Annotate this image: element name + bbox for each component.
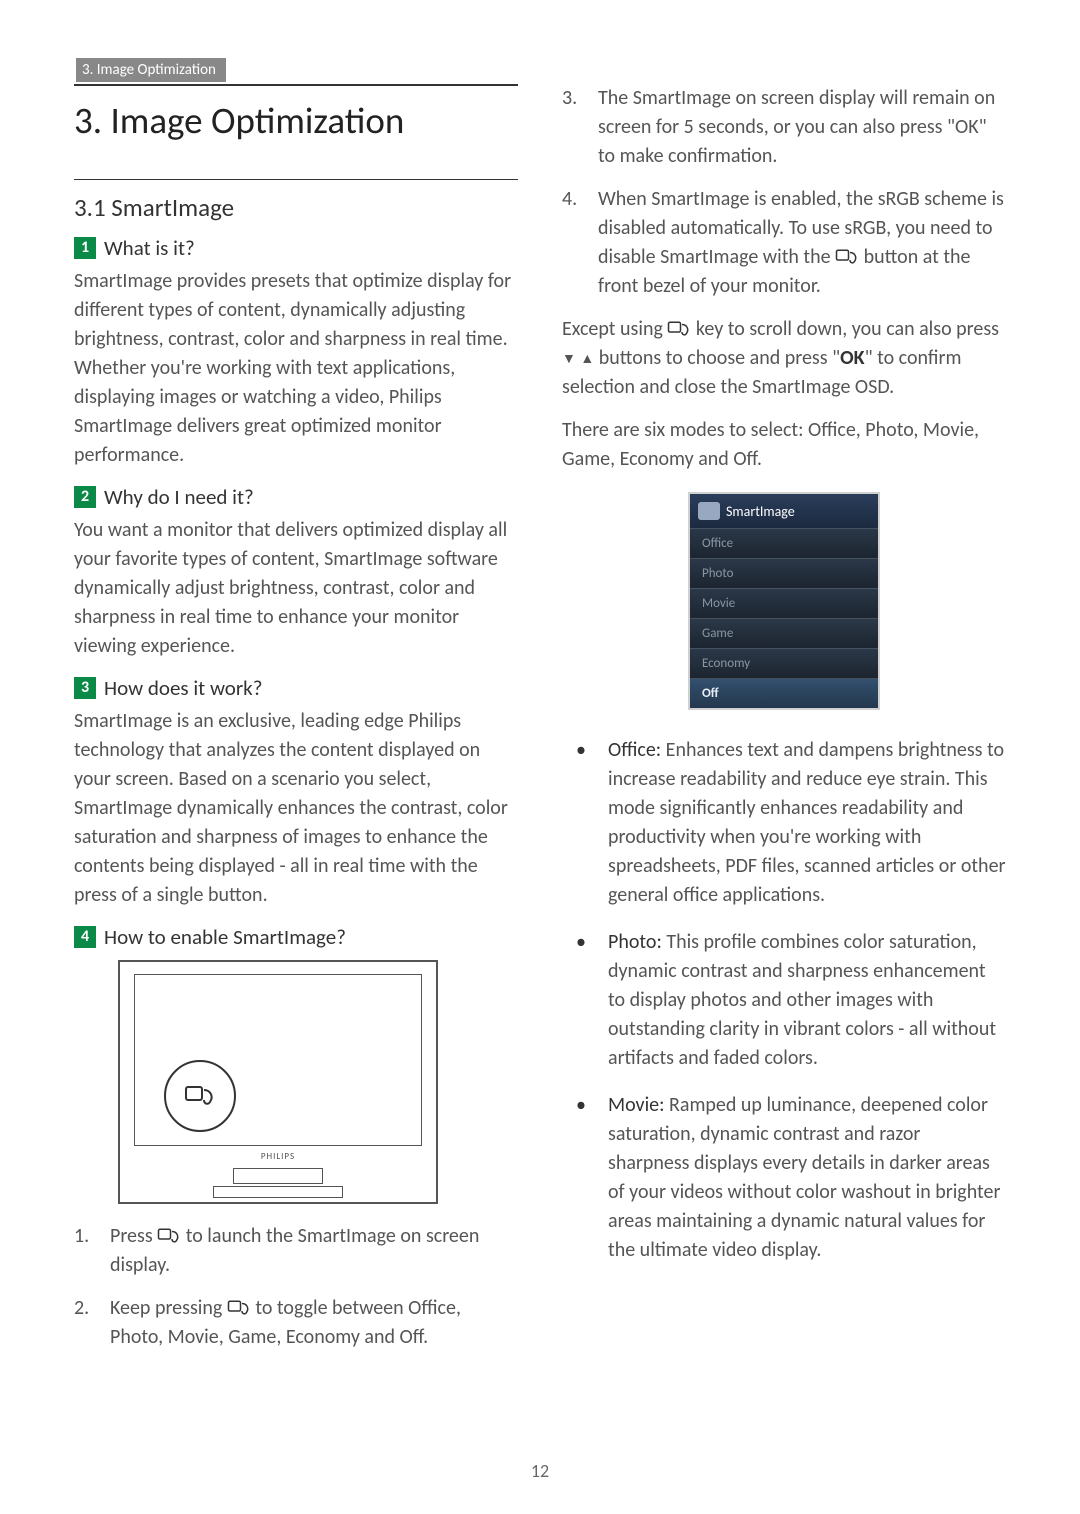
osd-item: Photo <box>690 558 878 588</box>
osd-item: Game <box>690 618 878 648</box>
text-fragment: Except using <box>562 317 667 341</box>
smartimage-menu-icon <box>698 502 720 520</box>
body-paragraph: You want a monitor that delivers optimiz… <box>74 516 518 661</box>
body-paragraph: SmartImage is an exclusive, leading edge… <box>74 707 518 910</box>
mode-name: Office: <box>608 738 661 762</box>
step-item: When SmartImage is enabled, the sRGB sch… <box>562 185 1006 301</box>
question-text: Why do I need it? <box>104 484 254 510</box>
section-title: 3. Image Optimization <box>74 98 518 143</box>
step-item: Press to launch the SmartImage on screen… <box>74 1222 518 1280</box>
text-fragment: buttons to choose and press " <box>599 346 840 370</box>
right-column: The SmartImage on screen display will re… <box>562 84 1006 1366</box>
monitor-base <box>213 1186 343 1198</box>
smartimage-icon <box>667 320 691 338</box>
monitor-stand <box>233 1168 323 1184</box>
monitor-brand: PHILIPS <box>261 1151 295 1162</box>
modes-list: Office: Enhances text and dampens bright… <box>562 736 1006 1265</box>
question-text: How to enable SmartImage? <box>104 924 346 950</box>
text-fragment: key to scroll down, you can also press <box>696 317 999 341</box>
divider <box>74 84 518 86</box>
question-heading-2: 2 Why do I need it? <box>74 484 518 510</box>
number-badge: 1 <box>74 237 96 259</box>
osd-item: Office <box>690 528 878 558</box>
mode-description: This profile combines color saturation, … <box>608 930 996 1070</box>
step-text: Keep pressing <box>110 1296 227 1320</box>
monitor-illustration: PHILIPS <box>118 960 438 1204</box>
body-paragraph: Except using key to scroll down, you can… <box>562 315 1006 402</box>
body-paragraph: There are six modes to select: Office, P… <box>562 416 1006 474</box>
mode-name: Movie: <box>608 1093 664 1117</box>
step-item: The SmartImage on screen display will re… <box>562 84 1006 171</box>
subsection-title: 3.1 SmartImage <box>74 192 518 223</box>
step-text: Press <box>110 1224 157 1248</box>
osd-item: Off <box>690 678 878 708</box>
up-arrow-icon: ▲ <box>580 344 594 373</box>
osd-item: Economy <box>690 648 878 678</box>
mode-description: Enhances text and dampens brightness to … <box>608 738 1006 907</box>
body-paragraph: SmartImage provides presets that optimiz… <box>74 267 518 470</box>
osd-header: SmartImage <box>690 494 878 528</box>
down-arrow-icon: ▼ <box>562 344 576 373</box>
step-item: Keep pressing to toggle between Office, … <box>74 1294 518 1352</box>
smartimage-icon <box>184 1084 216 1108</box>
osd-menu: SmartImage OfficePhotoMovieGameEconomyOf… <box>688 492 880 710</box>
smartimage-icon <box>157 1227 181 1245</box>
step-text: The SmartImage on screen display will re… <box>598 86 995 168</box>
steps-list-right: The SmartImage on screen display will re… <box>562 84 1006 301</box>
smartimage-icon <box>227 1299 251 1317</box>
osd-title: SmartImage <box>726 503 795 520</box>
page-number: 12 <box>531 1460 549 1482</box>
divider <box>74 179 518 180</box>
question-text: How does it work? <box>104 675 262 701</box>
smartimage-icon <box>835 248 859 266</box>
monitor-button-highlight <box>164 1060 236 1132</box>
breadcrumb: 3. Image Optimization <box>76 58 226 82</box>
left-column: 3. Image Optimization 3.1 SmartImage 1 W… <box>74 84 518 1366</box>
mode-item: Movie: Ramped up luminance, deepened col… <box>562 1091 1006 1265</box>
question-text: What is it? <box>104 235 195 261</box>
number-badge: 4 <box>74 926 96 948</box>
question-heading-3: 3 How does it work? <box>74 675 518 701</box>
mode-item: Office: Enhances text and dampens bright… <box>562 736 1006 910</box>
number-badge: 3 <box>74 677 96 699</box>
mode-item: Photo: This profile combines color satur… <box>562 928 1006 1073</box>
question-heading-4: 4 How to enable SmartImage? <box>74 924 518 950</box>
number-badge: 2 <box>74 486 96 508</box>
mode-name: Photo: <box>608 930 662 954</box>
mode-description: Ramped up luminance, deepened color satu… <box>608 1093 1000 1262</box>
osd-item: Movie <box>690 588 878 618</box>
ok-label: OK <box>840 346 864 370</box>
steps-list-left: Press to launch the SmartImage on screen… <box>74 1222 518 1352</box>
question-heading-1: 1 What is it? <box>74 235 518 261</box>
